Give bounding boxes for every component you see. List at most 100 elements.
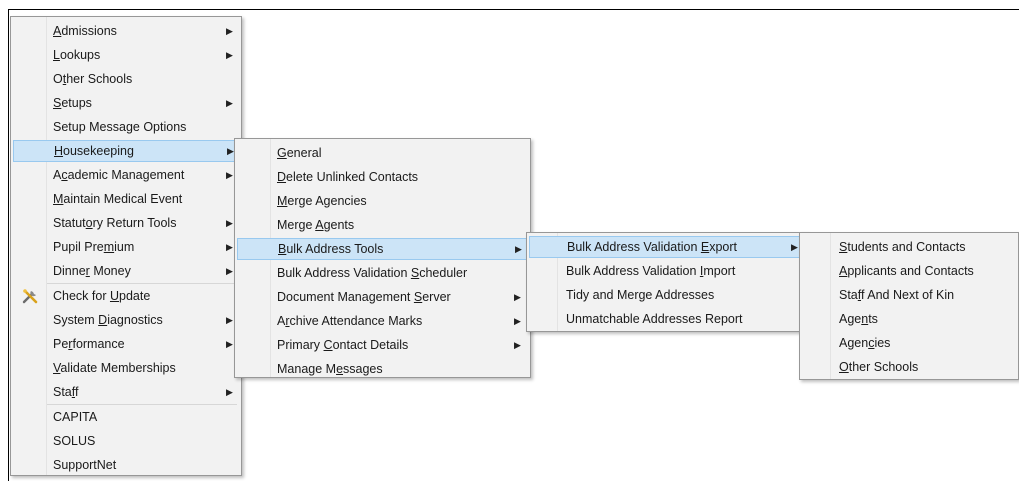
menu-item-staff-and-next-of-kin[interactable]: Staff And Next of Kin	[802, 284, 1016, 306]
label-part: ookups	[59, 48, 101, 62]
menu-item-archive-attendance-marks[interactable]: Archive Attendance Marks ▶	[237, 310, 528, 332]
menu-item-merge-agencies[interactable]: Merge Agencies	[237, 190, 528, 212]
menu-item-other-schools[interactable]: Other Schools	[13, 68, 239, 90]
menu-item-bulk-address-validation-import[interactable]: Bulk Address Validation Import	[529, 260, 805, 282]
submenu-arrow-icon: ▶	[226, 170, 233, 180]
label-part: Manage M	[277, 362, 337, 376]
menu-item-label: Bulk Address Validation Scheduler	[277, 262, 467, 284]
menu-item-label: Validate Memberships	[53, 357, 176, 379]
menu-item-tidy-and-merge-addresses[interactable]: Tidy and Merge Addresses	[529, 284, 805, 306]
menu-item-capita[interactable]: CAPITA	[13, 406, 239, 428]
submenu-arrow-icon: ▶	[226, 26, 233, 36]
menu-item-housekeeping[interactable]: Housekeeping ▶	[13, 140, 239, 162]
menu-item-check-for-update[interactable]: Check for Update	[13, 285, 239, 307]
label-part: tudents and Contacts	[847, 240, 966, 254]
label-part: ther Schools	[848, 360, 919, 374]
label-part: Bulk Address Validation	[277, 266, 411, 280]
menu-item-maintain-medical-event[interactable]: Maintain Medical Event	[13, 188, 239, 210]
main-menu: Admissions ▶ Lookups ▶ Other Schools Setups ▶ S…	[10, 16, 242, 476]
menu-item-label: Setup Message Options	[53, 116, 186, 138]
access-key: D	[277, 170, 287, 184]
label-part: Dinne	[53, 264, 86, 278]
menu-item-agents[interactable]: Agents	[802, 308, 1016, 330]
access-key: O	[839, 360, 849, 374]
label-part: ontact Details	[332, 338, 409, 352]
menu-item-statutory-return-tools[interactable]: Statutory Return Tools ▶	[13, 212, 239, 234]
access-key: M	[277, 194, 288, 208]
menu-item-label: Lookups	[53, 44, 100, 66]
label-part: ies	[874, 336, 891, 350]
menu-item-dinner-money[interactable]: Dinner Money ▶	[13, 260, 239, 282]
menu-item-label: Agents	[839, 308, 878, 330]
menu-item-general[interactable]: General	[237, 142, 528, 164]
label-part: f And Next of Kin	[861, 288, 955, 302]
menu-item-system-diagnostics[interactable]: System Diagnostics ▶	[13, 309, 239, 331]
menu-item-label: Bulk Address Tools	[278, 239, 383, 259]
menu-item-document-management-server[interactable]: Document Management Server ▶	[237, 286, 528, 308]
menu-item-label: Setups	[53, 92, 92, 114]
menu-item-label: Statutory Return Tools	[53, 212, 176, 234]
label-part: ademic Management	[67, 168, 185, 182]
label-part: etups	[61, 96, 92, 110]
menu-item-label: Students and Contacts	[839, 236, 965, 258]
menu-item-staff[interactable]: Staff ▶	[13, 381, 239, 403]
access-key: U	[109, 289, 119, 303]
label-part: SupportNet	[53, 458, 117, 472]
menu-item-label: Other Schools	[839, 356, 918, 378]
label-part: Primary	[277, 338, 324, 352]
access-key: o	[85, 216, 93, 230]
menu-item-bulk-address-tools[interactable]: Bulk Address Tools ▶	[237, 238, 528, 260]
label-part: ium	[114, 240, 135, 254]
label-part: erge Agencies	[287, 194, 367, 208]
label-part: Document Management	[277, 290, 414, 304]
menu-item-solus[interactable]: SOLUS	[13, 430, 239, 452]
submenu-arrow-icon: ▶	[226, 339, 233, 349]
label-part: ulk Address Tools	[286, 242, 384, 256]
menu-item-other-schools[interactable]: Other Schools	[802, 356, 1016, 378]
menu-item-label: Pupil Premium	[53, 236, 134, 258]
window-frame-top	[8, 9, 1019, 10]
menu-item-bulk-address-validation-export[interactable]: Bulk Address Validation Export ▶	[529, 236, 805, 258]
menu-item-students-and-contacts[interactable]: Students and Contacts	[802, 236, 1016, 258]
label-part: alidate Memberships	[60, 361, 176, 375]
menu-item-setups[interactable]: Setups ▶	[13, 92, 239, 114]
label-part: erver	[422, 290, 451, 304]
menu-item-primary-contact-details[interactable]: Primary Contact Details ▶	[237, 334, 528, 356]
menu-item-lookups[interactable]: Lookups ▶	[13, 44, 239, 66]
menu-item-admissions[interactable]: Admissions ▶	[13, 20, 239, 42]
submenu-arrow-icon: ▶	[791, 242, 798, 252]
label-part: ssages	[343, 362, 383, 376]
menu-item-performance[interactable]: Performance ▶	[13, 333, 239, 355]
menu-item-setup-message-options[interactable]: Setup Message Options	[13, 116, 239, 138]
label-part: mport	[703, 264, 736, 278]
label-part: Bulk Address Validation	[566, 264, 700, 278]
access-key: S	[410, 266, 420, 280]
label-part: iagnostics	[107, 313, 163, 327]
menu-item-delete-unlinked-contacts[interactable]: Delete Unlinked Contacts	[237, 166, 528, 188]
menu-item-label: Archive Attendance Marks	[277, 310, 422, 332]
menu-item-applicants-and-contacts[interactable]: Applicants and Contacts	[802, 260, 1016, 282]
menu-item-validate-memberships[interactable]: Validate Memberships	[13, 357, 239, 379]
menu-item-bulk-address-validation-scheduler[interactable]: Bulk Address Validation Scheduler	[237, 262, 528, 284]
submenu-arrow-icon: ▶	[514, 316, 521, 326]
menu-item-pupil-premium[interactable]: Pupil Premium ▶	[13, 236, 239, 258]
menu-item-manage-messages[interactable]: Manage Messages	[237, 358, 528, 380]
access-key: A	[315, 218, 324, 232]
label-part: cheduler	[419, 266, 468, 280]
menu-item-unmatchable-addresses-report[interactable]: Unmatchable Addresses Report	[529, 308, 805, 330]
menu-item-merge-agents[interactable]: Merge Agents	[237, 214, 528, 236]
menu-item-label: Staff And Next of Kin	[839, 284, 954, 306]
submenu-arrow-icon: ▶	[226, 98, 233, 108]
menu-item-agencies[interactable]: Agencies	[802, 332, 1016, 354]
menu-item-label: Admissions	[53, 20, 117, 42]
label-part: ts	[868, 312, 878, 326]
menu-item-label: Unmatchable Addresses Report	[566, 308, 742, 330]
label-part: Merge	[277, 218, 316, 232]
menu-item-label: General	[277, 142, 321, 164]
bulk-address-tools-submenu: Bulk Address Validation Export ▶ Bulk Addr…	[526, 232, 808, 332]
menu-item-label: Bulk Address Validation Import	[566, 260, 735, 282]
access-key: L	[53, 48, 60, 62]
menu-item-academic-management[interactable]: Academic Management ▶	[13, 164, 239, 186]
label-part: Sta	[839, 288, 858, 302]
menu-item-supportnet[interactable]: SupportNet	[13, 454, 239, 476]
